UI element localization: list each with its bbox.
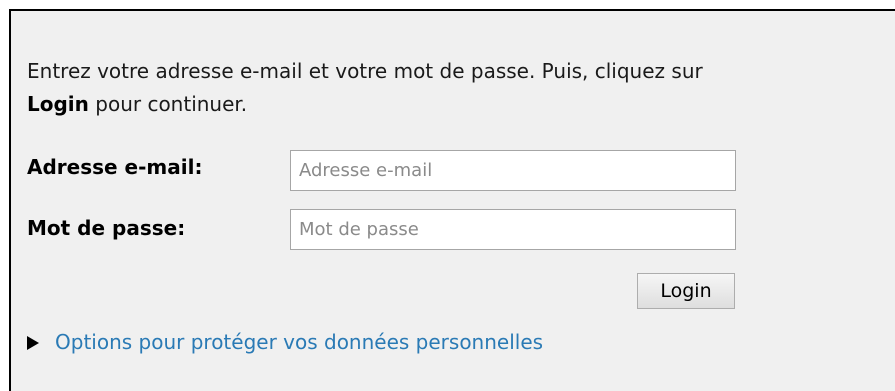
- privacy-options-link[interactable]: Options pour protéger vos données person…: [55, 330, 543, 354]
- instructions-text: Entrez votre adresse e-mail et votre mot…: [27, 59, 703, 83]
- privacy-options-toggle[interactable]: Options pour protéger vos données person…: [27, 328, 543, 356]
- email-input[interactable]: [290, 150, 736, 191]
- password-label: Mot de passe:: [27, 216, 186, 240]
- login-panel: Entrez votre adresse e-mail et votre mot…: [9, 9, 895, 391]
- password-input[interactable]: [290, 209, 736, 250]
- disclosure-triangle-icon[interactable]: [27, 335, 39, 350]
- instructions-login-emphasis: Login: [27, 92, 89, 116]
- login-button[interactable]: Login: [637, 273, 735, 309]
- email-label: Adresse e-mail:: [27, 155, 203, 179]
- login-instructions: Entrez votre adresse e-mail et votre mot…: [27, 55, 895, 121]
- instructions-text-end: pour continuer.: [95, 92, 248, 116]
